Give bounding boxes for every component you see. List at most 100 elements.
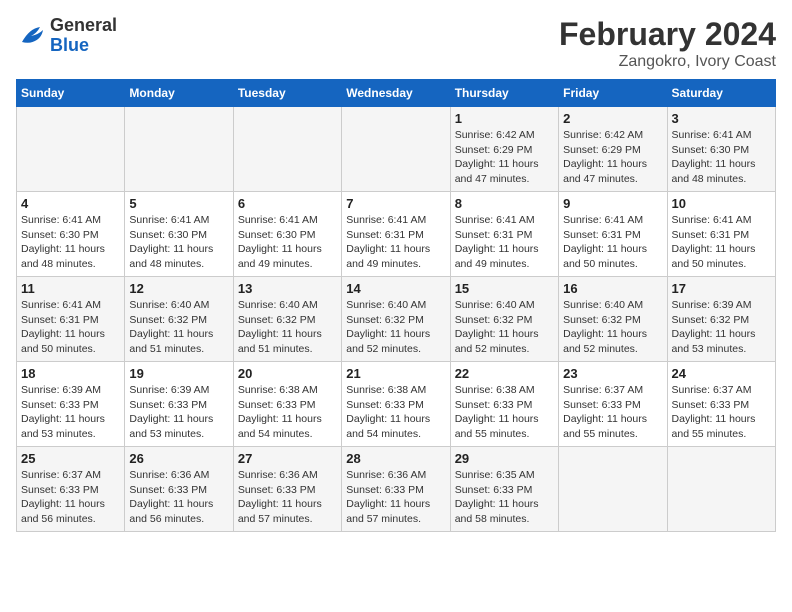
day-number: 2: [563, 111, 662, 126]
calendar-cell: 22 Sunrise: 6:38 AM Sunset: 6:33 PM Dayli…: [450, 362, 558, 447]
calendar-cell: 13 Sunrise: 6:40 AM Sunset: 6:32 PM Dayli…: [233, 277, 341, 362]
day-number: 5: [129, 196, 228, 211]
col-header-tuesday: Tuesday: [233, 80, 341, 107]
day-info: Sunrise: 6:36 AM Sunset: 6:33 PM Dayligh…: [129, 468, 228, 527]
day-info: Sunrise: 6:41 AM Sunset: 6:30 PM Dayligh…: [129, 213, 228, 272]
day-info: Sunrise: 6:41 AM Sunset: 6:31 PM Dayligh…: [563, 213, 662, 272]
day-number: 28: [346, 451, 445, 466]
calendar-cell: [125, 107, 233, 192]
day-info: Sunrise: 6:42 AM Sunset: 6:29 PM Dayligh…: [563, 128, 662, 187]
day-number: 6: [238, 196, 337, 211]
calendar-cell: 12Sunrise: 6:40 AM Sunset: 6:32 PM Dayli…: [125, 277, 233, 362]
day-info: Sunrise: 6:39 AM Sunset: 6:33 PM Dayligh…: [129, 383, 228, 442]
calendar-cell: [17, 107, 125, 192]
calendar-week-3: 11 Sunrise: 6:41 AM Sunset: 6:31 PM Dayli…: [17, 277, 776, 362]
calendar-cell: 3 Sunrise: 6:41 AM Sunset: 6:30 PM Daylig…: [667, 107, 775, 192]
day-number: 10: [672, 196, 771, 211]
calendar-cell: 21 Sunrise: 6:38 AM Sunset: 6:33 PM Dayli…: [342, 362, 450, 447]
day-info: Sunrise: 6:40 AM Sunset: 6:32 PM Dayligh…: [563, 298, 662, 357]
logo-text: General Blue: [50, 16, 117, 56]
calendar-week-4: 18Sunrise: 6:39 AM Sunset: 6:33 PM Dayli…: [17, 362, 776, 447]
calendar-cell: 25 Sunrise: 6:37 AM Sunset: 6:33 PM Dayli…: [17, 447, 125, 532]
calendar-cell: 11 Sunrise: 6:41 AM Sunset: 6:31 PM Dayli…: [17, 277, 125, 362]
day-number: 4: [21, 196, 120, 211]
calendar-cell: 6 Sunrise: 6:41 AM Sunset: 6:30 PM Daylig…: [233, 192, 341, 277]
calendar-cell: [559, 447, 667, 532]
calendar-week-5: 25 Sunrise: 6:37 AM Sunset: 6:33 PM Dayli…: [17, 447, 776, 532]
day-number: 7: [346, 196, 445, 211]
day-info: Sunrise: 6:40 AM Sunset: 6:32 PM Dayligh…: [346, 298, 445, 357]
day-info: Sunrise: 6:41 AM Sunset: 6:31 PM Dayligh…: [455, 213, 554, 272]
day-info: Sunrise: 6:40 AM Sunset: 6:32 PM Dayligh…: [129, 298, 228, 357]
day-number: 25: [21, 451, 120, 466]
calendar-cell: 2 Sunrise: 6:42 AM Sunset: 6:29 PM Daylig…: [559, 107, 667, 192]
col-header-friday: Friday: [559, 80, 667, 107]
day-number: 19: [129, 366, 228, 381]
calendar-week-1: 1 Sunrise: 6:42 AM Sunset: 6:29 PM Daylig…: [17, 107, 776, 192]
calendar-cell: 14 Sunrise: 6:40 AM Sunset: 6:32 PM Dayli…: [342, 277, 450, 362]
logo-icon: [16, 21, 46, 51]
day-number: 23: [563, 366, 662, 381]
day-info: Sunrise: 6:38 AM Sunset: 6:33 PM Dayligh…: [455, 383, 554, 442]
day-info: Sunrise: 6:41 AM Sunset: 6:31 PM Dayligh…: [21, 298, 120, 357]
calendar-week-2: 4 Sunrise: 6:41 AM Sunset: 6:30 PM Daylig…: [17, 192, 776, 277]
day-info: Sunrise: 6:41 AM Sunset: 6:30 PM Dayligh…: [21, 213, 120, 272]
calendar-cell: 4 Sunrise: 6:41 AM Sunset: 6:30 PM Daylig…: [17, 192, 125, 277]
day-info: Sunrise: 6:41 AM Sunset: 6:30 PM Dayligh…: [238, 213, 337, 272]
day-number: 20: [238, 366, 337, 381]
calendar-cell: 19 Sunrise: 6:39 AM Sunset: 6:33 PM Dayli…: [125, 362, 233, 447]
day-number: 14: [346, 281, 445, 296]
col-header-sunday: Sunday: [17, 80, 125, 107]
calendar-cell: 16 Sunrise: 6:40 AM Sunset: 6:32 PM Dayli…: [559, 277, 667, 362]
calendar-cell: 1Sunrise: 6:42 AM Sunset: 6:29 PM Daylig…: [450, 107, 558, 192]
calendar-cell: [667, 447, 775, 532]
page-title: February 2024: [559, 16, 776, 53]
day-info: Sunrise: 6:37 AM Sunset: 6:33 PM Dayligh…: [21, 468, 120, 527]
day-number: 27: [238, 451, 337, 466]
day-info: Sunrise: 6:41 AM Sunset: 6:30 PM Dayligh…: [672, 128, 771, 187]
day-number: 16: [563, 281, 662, 296]
day-number: 17: [672, 281, 771, 296]
day-info: Sunrise: 6:39 AM Sunset: 6:32 PM Dayligh…: [672, 298, 771, 357]
day-number: 22: [455, 366, 554, 381]
day-info: Sunrise: 6:40 AM Sunset: 6:32 PM Dayligh…: [455, 298, 554, 357]
day-number: 9: [563, 196, 662, 211]
day-number: 26: [129, 451, 228, 466]
col-header-thursday: Thursday: [450, 80, 558, 107]
calendar-cell: 29Sunrise: 6:35 AM Sunset: 6:33 PM Dayli…: [450, 447, 558, 532]
calendar-cell: 9 Sunrise: 6:41 AM Sunset: 6:31 PM Daylig…: [559, 192, 667, 277]
day-info: Sunrise: 6:38 AM Sunset: 6:33 PM Dayligh…: [346, 383, 445, 442]
col-header-wednesday: Wednesday: [342, 80, 450, 107]
calendar-table: SundayMondayTuesdayWednesdayThursdayFrid…: [16, 79, 776, 532]
day-info: Sunrise: 6:40 AM Sunset: 6:32 PM Dayligh…: [238, 298, 337, 357]
day-info: Sunrise: 6:39 AM Sunset: 6:33 PM Dayligh…: [21, 383, 120, 442]
calendar-cell: 8 Sunrise: 6:41 AM Sunset: 6:31 PM Daylig…: [450, 192, 558, 277]
day-number: 8: [455, 196, 554, 211]
calendar-cell: 15 Sunrise: 6:40 AM Sunset: 6:32 PM Dayli…: [450, 277, 558, 362]
day-info: Sunrise: 6:37 AM Sunset: 6:33 PM Dayligh…: [672, 383, 771, 442]
title-block: February 2024 Zangokro, Ivory Coast: [559, 16, 776, 71]
day-number: 13: [238, 281, 337, 296]
calendar-cell: 7 Sunrise: 6:41 AM Sunset: 6:31 PM Daylig…: [342, 192, 450, 277]
calendar-cell: 20Sunrise: 6:38 AM Sunset: 6:33 PM Dayli…: [233, 362, 341, 447]
day-info: Sunrise: 6:41 AM Sunset: 6:31 PM Dayligh…: [346, 213, 445, 272]
day-number: 15: [455, 281, 554, 296]
logo: General Blue: [16, 16, 117, 56]
day-info: Sunrise: 6:36 AM Sunset: 6:33 PM Dayligh…: [346, 468, 445, 527]
calendar-cell: 10Sunrise: 6:41 AM Sunset: 6:31 PM Dayli…: [667, 192, 775, 277]
day-number: 24: [672, 366, 771, 381]
calendar-cell: 26 Sunrise: 6:36 AM Sunset: 6:33 PM Dayli…: [125, 447, 233, 532]
calendar-cell: 17 Sunrise: 6:39 AM Sunset: 6:32 PM Dayli…: [667, 277, 775, 362]
page-subtitle: Zangokro, Ivory Coast: [559, 53, 776, 71]
calendar-cell: 27 Sunrise: 6:36 AM Sunset: 6:33 PM Dayli…: [233, 447, 341, 532]
calendar-cell: 18Sunrise: 6:39 AM Sunset: 6:33 PM Dayli…: [17, 362, 125, 447]
day-info: Sunrise: 6:36 AM Sunset: 6:33 PM Dayligh…: [238, 468, 337, 527]
day-number: 1: [455, 111, 554, 126]
day-number: 11: [21, 281, 120, 296]
day-number: 3: [672, 111, 771, 126]
calendar-cell: 23 Sunrise: 6:37 AM Sunset: 6:33 PM Dayli…: [559, 362, 667, 447]
calendar-cell: 24 Sunrise: 6:37 AM Sunset: 6:33 PM Dayli…: [667, 362, 775, 447]
day-number: 21: [346, 366, 445, 381]
day-info: Sunrise: 6:37 AM Sunset: 6:33 PM Dayligh…: [563, 383, 662, 442]
page-header: General Blue February 2024 Zangokro, Ivo…: [16, 16, 776, 71]
